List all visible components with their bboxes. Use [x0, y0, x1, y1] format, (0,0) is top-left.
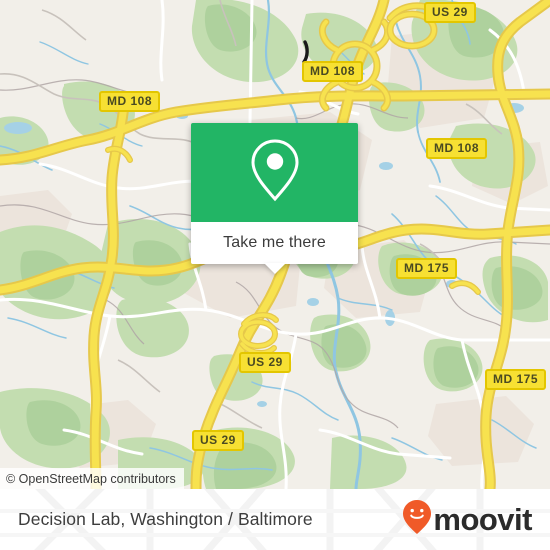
map-pin-icon: [249, 138, 301, 207]
card-action-bar[interactable]: Take me there: [191, 222, 358, 274]
moovit-smiley-pin-icon: [402, 499, 432, 540]
moovit-brand[interactable]: moovit: [402, 499, 532, 540]
card-pointer-tail: [263, 263, 286, 274]
road-shield: US 29: [424, 2, 476, 23]
road-shield: MD 108: [99, 91, 161, 112]
map-viewport[interactable]: US 29 MD 108 MD 108 MD 108 MD 175 US 29 MD 175…: [0, 0, 550, 489]
footer-bar: Decision Lab, Washington / Baltimore moo…: [0, 489, 550, 550]
osm-attribution-text: © OpenStreetMap contributors: [6, 471, 176, 486]
moovit-station-map-screen: US 29 MD 108 MD 108 MD 108 MD 175 US 29 MD 175…: [0, 0, 550, 550]
road-shield: MD 108: [302, 61, 364, 82]
road-shield: MD 108: [426, 138, 488, 159]
card-header: [191, 123, 358, 222]
osm-attribution[interactable]: © OpenStreetMap contributors: [0, 468, 184, 489]
road-shield: US 29: [239, 352, 291, 373]
road-shield: MD 175: [396, 258, 458, 279]
take-me-there-label: Take me there: [223, 234, 326, 251]
take-me-there-card[interactable]: Take me there: [191, 123, 358, 274]
moovit-wordmark: moovit: [433, 502, 532, 537]
road-shield: US 29: [192, 430, 244, 451]
road-shield: MD 175: [485, 369, 547, 390]
place-title: Decision Lab, Washington / Baltimore: [18, 509, 313, 529]
